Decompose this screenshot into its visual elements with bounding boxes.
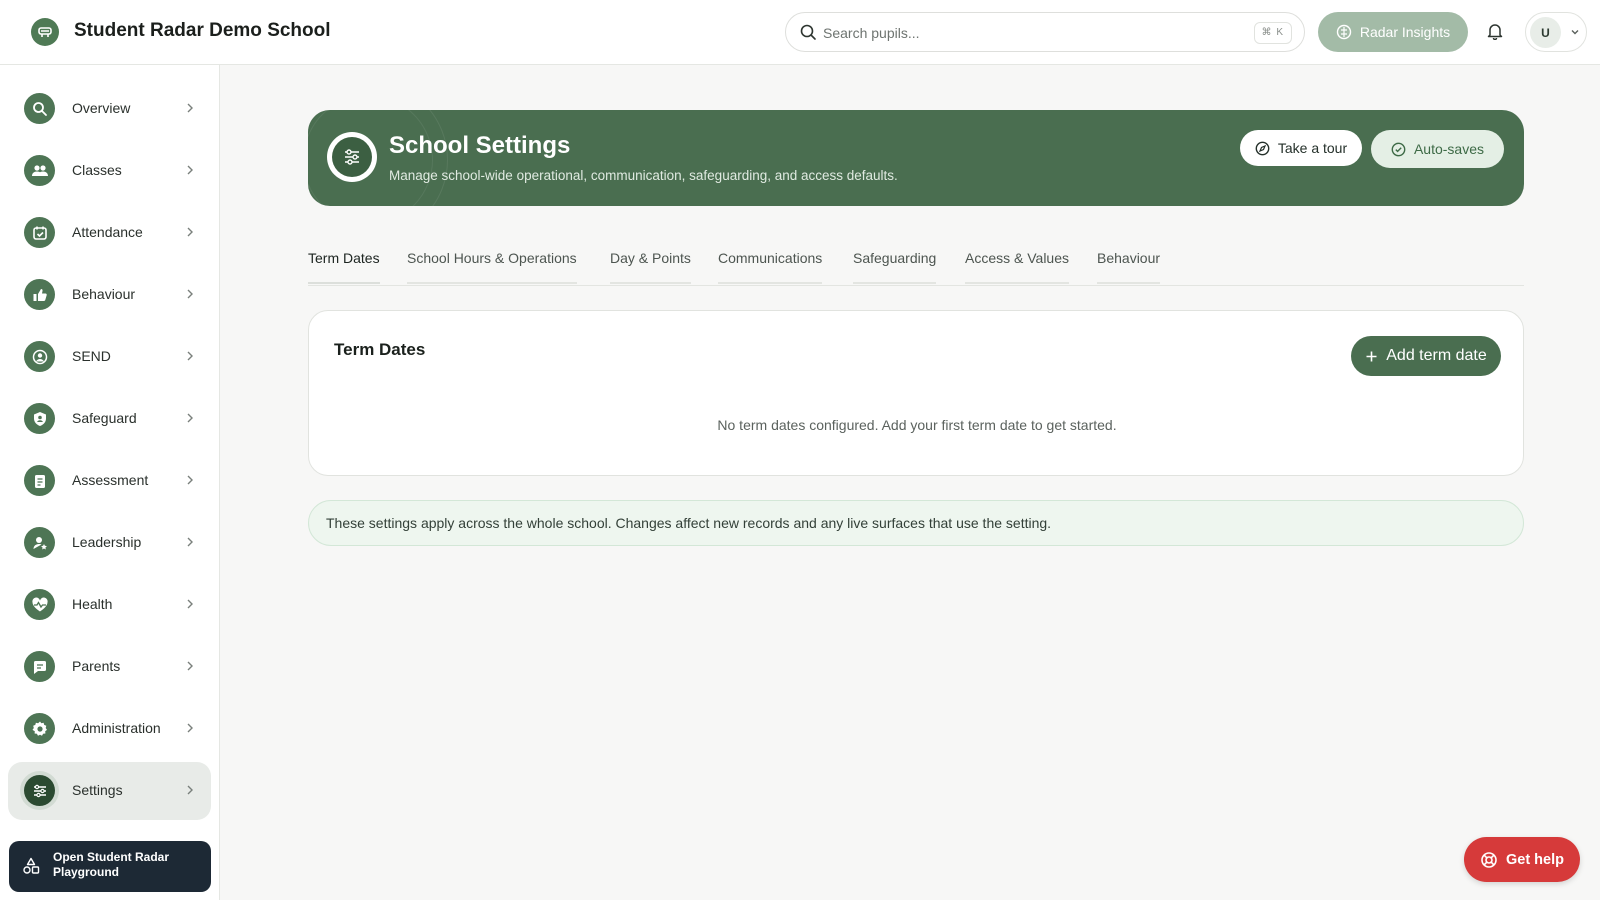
chevron-right-icon (187, 413, 193, 423)
user-circle-icon (24, 341, 55, 372)
add-term-date-button[interactable]: Add term date (1351, 336, 1501, 376)
shield-user-icon (24, 403, 55, 434)
search-input[interactable]: Search pupils... ⌘ K (785, 12, 1305, 52)
sidebar-item-classes[interactable]: Classes (8, 142, 211, 200)
settings-tabs: Term Dates School Hours & Operations Day… (308, 240, 1524, 286)
term-dates-title: Term Dates (334, 340, 426, 359)
top-bar: Student Radar Demo School Search pupils.… (0, 0, 1600, 65)
empty-state-message: No term dates configured. Add your first… (717, 417, 1117, 433)
sidebar-item-label: Administration (72, 720, 161, 736)
sliders-icon (345, 149, 359, 165)
chevron-right-icon (187, 165, 193, 175)
sidebar-item-label: SEND (72, 348, 111, 364)
tab-school-hours-operations[interactable]: School Hours & Operations (407, 250, 577, 284)
sidebar-item-label: Overview (72, 100, 131, 116)
add-term-date-label: Add term date (1386, 347, 1487, 364)
sidebar-item-label: Parents (72, 658, 121, 674)
chevron-right-icon (187, 785, 193, 795)
sidebar-item-label: Classes (72, 162, 122, 178)
page-title: School Settings (389, 132, 571, 159)
sidebar-item-label: Safeguard (72, 410, 137, 426)
info-text: These settings apply across the whole sc… (326, 515, 1052, 531)
sidebar-item-overview[interactable]: Overview (8, 80, 211, 138)
chevron-right-icon (187, 723, 193, 733)
sidebar-item-safeguard[interactable]: Safeguard (8, 390, 211, 448)
sidebar-item-behaviour[interactable]: Behaviour (8, 266, 211, 324)
user-star-icon (24, 527, 55, 558)
radar-icon (1336, 24, 1352, 40)
shapes-icon (23, 857, 40, 874)
lifebuoy-icon (1481, 851, 1497, 868)
heart-pulse-icon (24, 589, 55, 620)
sidebar-item-health[interactable]: Health (8, 576, 211, 634)
page-subtitle: Manage school-wide operational, communic… (389, 168, 898, 183)
sidebar-item-parents[interactable]: Parents (8, 638, 211, 696)
chevron-right-icon (187, 661, 193, 671)
tab-term-dates[interactable]: Term Dates (308, 250, 380, 284)
sidebar: Overview Classes Attendance Behaviour SE… (0, 65, 220, 900)
compass-icon (1255, 141, 1270, 155)
tab-communications[interactable]: Communications (718, 250, 823, 284)
sliders-icon (24, 775, 55, 806)
tab-access-values[interactable]: Access & Values (965, 250, 1070, 284)
take-tour-button[interactable]: Take a tour (1240, 130, 1362, 166)
search-icon (800, 24, 816, 40)
sidebar-item-attendance[interactable]: Attendance (8, 204, 211, 262)
sidebar-item-label: Behaviour (72, 286, 136, 302)
sidebar-item-send[interactable]: SEND (8, 328, 211, 386)
sidebar-item-administration[interactable]: Administration (8, 700, 211, 758)
settings-info-note: These settings apply across the whole sc… (308, 500, 1524, 546)
radar-insights-button[interactable]: Radar Insights (1318, 12, 1468, 52)
gear-icon (24, 713, 55, 744)
auto-saves-badge: Auto-saves (1371, 130, 1504, 168)
sidebar-item-settings[interactable]: Settings (8, 762, 211, 820)
chevron-right-icon (187, 227, 193, 237)
radar-insights-label: Radar Insights (1359, 24, 1451, 40)
sidebar-item-label: Settings (72, 782, 123, 798)
calendar-check-icon (24, 217, 55, 248)
app-title: Student Radar Demo School (74, 20, 331, 41)
sidebar-item-label: Attendance (72, 224, 143, 240)
sidebar-item-assessment[interactable]: Assessment (8, 452, 211, 510)
tab-behaviour[interactable]: Behaviour (1097, 250, 1161, 284)
get-help-button[interactable]: Get help (1464, 837, 1580, 882)
settings-header-icon (327, 132, 377, 182)
sidebar-item-label: Health (72, 596, 113, 612)
tab-day-points[interactable]: Day & Points (610, 250, 691, 284)
chevron-right-icon (187, 103, 193, 113)
sidebar-item-label: Assessment (72, 472, 149, 488)
check-circle-icon (1391, 142, 1406, 156)
avatar: U (1530, 17, 1561, 48)
auto-saves-label: Auto-saves (1413, 141, 1485, 157)
search-placeholder: Search pupils... (823, 25, 920, 41)
clipboard-list-icon (24, 465, 55, 496)
user-menu[interactable]: U (1525, 12, 1587, 52)
get-help-label: Get help (1505, 851, 1564, 868)
chevron-right-icon (187, 537, 193, 547)
chevron-right-icon (187, 599, 193, 609)
playground-label: Open Student Radar Playground (53, 850, 170, 879)
chevron-right-icon (187, 289, 193, 299)
thumbs-up-icon (24, 279, 55, 310)
app-logo-icon[interactable] (31, 18, 59, 46)
tab-safeguarding[interactable]: Safeguarding (853, 250, 937, 284)
term-dates-card: Term Dates Add term date No term dates c… (308, 310, 1524, 476)
search-icon (24, 93, 55, 124)
plus-icon (1366, 351, 1377, 361)
search-shortcut: ⌘ K (1253, 22, 1292, 44)
sidebar-item-leadership[interactable]: Leadership (8, 514, 211, 572)
chevron-down-icon (1571, 30, 1579, 35)
users-icon (24, 155, 55, 186)
take-tour-label: Take a tour (1277, 140, 1348, 156)
message-icon (24, 651, 55, 682)
bell-icon[interactable] (1487, 22, 1503, 40)
sidebar-item-label: Leadership (72, 534, 142, 550)
chevron-right-icon (187, 351, 193, 361)
chevron-right-icon (187, 475, 193, 485)
settings-header: School Settings Manage school-wide opera… (308, 110, 1524, 206)
open-playground-button[interactable]: Open Student Radar Playground (9, 841, 211, 892)
